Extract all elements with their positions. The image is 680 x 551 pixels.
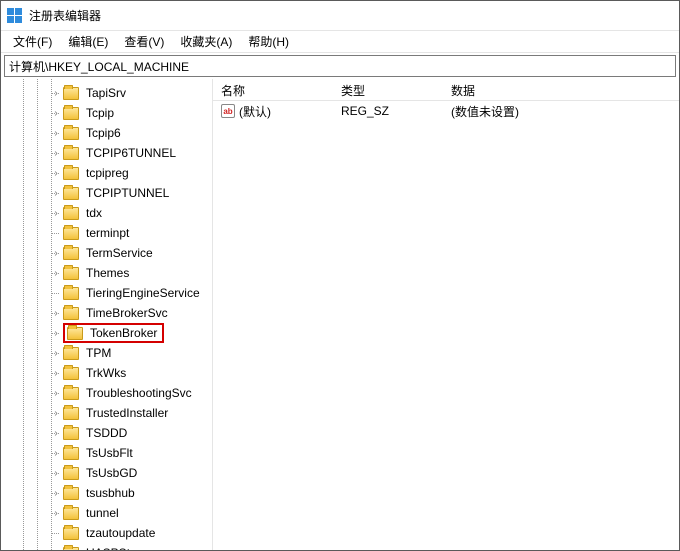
folder-icon [67, 327, 83, 340]
tree-item-themes[interactable]: ›Themes [1, 263, 212, 283]
folder-icon [63, 127, 79, 140]
folder-icon [63, 347, 79, 360]
tree-item-label: tunnel [83, 505, 122, 521]
tree-item-label: TsUsbFlt [83, 445, 136, 461]
titlebar[interactable]: 注册表编辑器 [1, 1, 679, 31]
tree-item-label: terminpt [83, 225, 132, 241]
folder-icon [63, 507, 79, 520]
folder-icon [63, 547, 79, 551]
tree-item-tcpip6tunnel[interactable]: ›TCPIP6TUNNEL [1, 143, 212, 163]
tree-item-label: TsUsbGD [83, 465, 140, 481]
folder-icon [63, 167, 79, 180]
tree-item-trustedinstaller[interactable]: ›TrustedInstaller [1, 403, 212, 423]
col-header-name[interactable]: 名称 [213, 79, 333, 100]
folder-icon [63, 467, 79, 480]
folder-icon [63, 87, 79, 100]
value-data: (数值未设置) [443, 103, 679, 120]
tree-item-label: TSDDD [83, 425, 130, 441]
registry-editor-window: 注册表编辑器 文件(F) 编辑(E) 查看(V) 收藏夹(A) 帮助(H) 计算… [0, 0, 680, 551]
tree-item-terminpt[interactable]: terminpt [1, 223, 212, 243]
window-title: 注册表编辑器 [29, 7, 101, 24]
folder-icon [63, 187, 79, 200]
tree-item-tapisrv[interactable]: ›TapiSrv [1, 83, 212, 103]
tree-item-label: Tcpip6 [83, 125, 124, 141]
folder-icon [63, 247, 79, 260]
tree-pane[interactable]: ›TapiSrv›Tcpip›Tcpip6›TCPIP6TUNNEL›tcpip… [1, 79, 213, 550]
tree-item-label: TokenBroker [87, 325, 160, 341]
tree-item-label: TPM [83, 345, 114, 361]
tree-item-tsusbhub[interactable]: ›tsusbhub [1, 483, 212, 503]
tree-item-uaspstor[interactable]: › UASPStor [1, 543, 212, 550]
tree-item-tieringengineservice[interactable]: TieringEngineService [1, 283, 212, 303]
folder-icon [63, 147, 79, 160]
folder-icon [63, 447, 79, 460]
folder-icon [63, 227, 79, 240]
tree-item-tdx[interactable]: ›tdx [1, 203, 212, 223]
list-header: 名称 类型 数据 [213, 79, 679, 101]
tree-item-timebrokersvc[interactable]: ›TimeBrokerSvc [1, 303, 212, 323]
content-area: ›TapiSrv›Tcpip›Tcpip6›TCPIP6TUNNEL›tcpip… [1, 79, 679, 550]
tree-item-trkwks[interactable]: ›TrkWks [1, 363, 212, 383]
col-header-data[interactable]: 数据 [443, 79, 679, 100]
tree-item-tokenbroker[interactable]: ›TokenBroker [1, 323, 212, 343]
value-type: REG_SZ [333, 104, 443, 118]
folder-icon [63, 527, 79, 540]
tree-item-tcpip6[interactable]: ›Tcpip6 [1, 123, 212, 143]
tree-item-tcpip[interactable]: ›Tcpip [1, 103, 212, 123]
menu-view[interactable]: 查看(V) [116, 31, 172, 52]
tree-item-label: TrustedInstaller [83, 405, 171, 421]
folder-icon [63, 207, 79, 220]
app-icon [7, 8, 23, 24]
tree-item-tzautoupdate[interactable]: tzautoupdate [1, 523, 212, 543]
tree-item-label: TrkWks [83, 365, 129, 381]
tree-item-label: tcpipreg [83, 165, 132, 181]
value-row[interactable]: ab (默认) REG_SZ(数值未设置) [213, 101, 679, 121]
tree-item-tcpiptunnel[interactable]: ›TCPIPTUNNEL [1, 183, 212, 203]
tree-item-tsddd[interactable]: ›TSDDD [1, 423, 212, 443]
tree-item-label: Tcpip [83, 105, 117, 121]
tree-item-tcpipreg[interactable]: ›tcpipreg [1, 163, 212, 183]
tree-item-label: tzautoupdate [83, 525, 158, 541]
tree-item-tpm[interactable]: ›TPM [1, 343, 212, 363]
tree-item-label: TermService [83, 245, 156, 261]
tree-item-label: Themes [83, 265, 132, 281]
menu-favorites[interactable]: 收藏夹(A) [172, 31, 240, 52]
expander-icon[interactable]: › [51, 548, 61, 551]
tree-item-troubleshootingsvc[interactable]: ›TroubleshootingSvc [1, 383, 212, 403]
folder-icon [63, 487, 79, 500]
tree-item-label: TCPIP6TUNNEL [83, 145, 179, 161]
tree-item-label: TCPIPTUNNEL [83, 185, 172, 201]
tree-item-label: tdx [83, 205, 105, 221]
folder-icon [63, 107, 79, 120]
address-bar[interactable]: 计算机\HKEY_LOCAL_MACHINE [4, 55, 676, 77]
folder-icon [63, 367, 79, 380]
menu-file[interactable]: 文件(F) [5, 31, 60, 52]
menu-edit[interactable]: 编辑(E) [60, 31, 116, 52]
tree-item-label: tsusbhub [83, 485, 138, 501]
menubar: 文件(F) 编辑(E) 查看(V) 收藏夹(A) 帮助(H) [1, 31, 679, 53]
tree-item-label: TapiSrv [83, 85, 129, 101]
folder-icon [63, 267, 79, 280]
folder-icon [63, 287, 79, 300]
tree-item-label: UASPStor [83, 545, 144, 550]
col-header-type[interactable]: 类型 [333, 79, 443, 100]
value-list-pane[interactable]: 名称 类型 数据 ab (默认) REG_SZ(数值未设置) [213, 79, 679, 550]
string-value-icon: ab [221, 104, 235, 118]
folder-icon [63, 407, 79, 420]
tree-item-tunnel[interactable]: ›tunnel [1, 503, 212, 523]
tree-item-tsusbflt[interactable]: ›TsUsbFlt [1, 443, 212, 463]
tree-item-tsusbgd[interactable]: ›TsUsbGD [1, 463, 212, 483]
folder-icon [63, 427, 79, 440]
menu-help[interactable]: 帮助(H) [240, 31, 297, 52]
tree-item-label: TimeBrokerSvc [83, 305, 171, 321]
tree-item-termservice[interactable]: ›TermService [1, 243, 212, 263]
folder-icon [63, 307, 79, 320]
value-name: (默认) [239, 103, 271, 120]
address-text: 计算机\HKEY_LOCAL_MACHINE [9, 58, 189, 75]
folder-icon [63, 387, 79, 400]
tree-item-label: TieringEngineService [83, 285, 203, 301]
tree-item-label: TroubleshootingSvc [83, 385, 195, 401]
